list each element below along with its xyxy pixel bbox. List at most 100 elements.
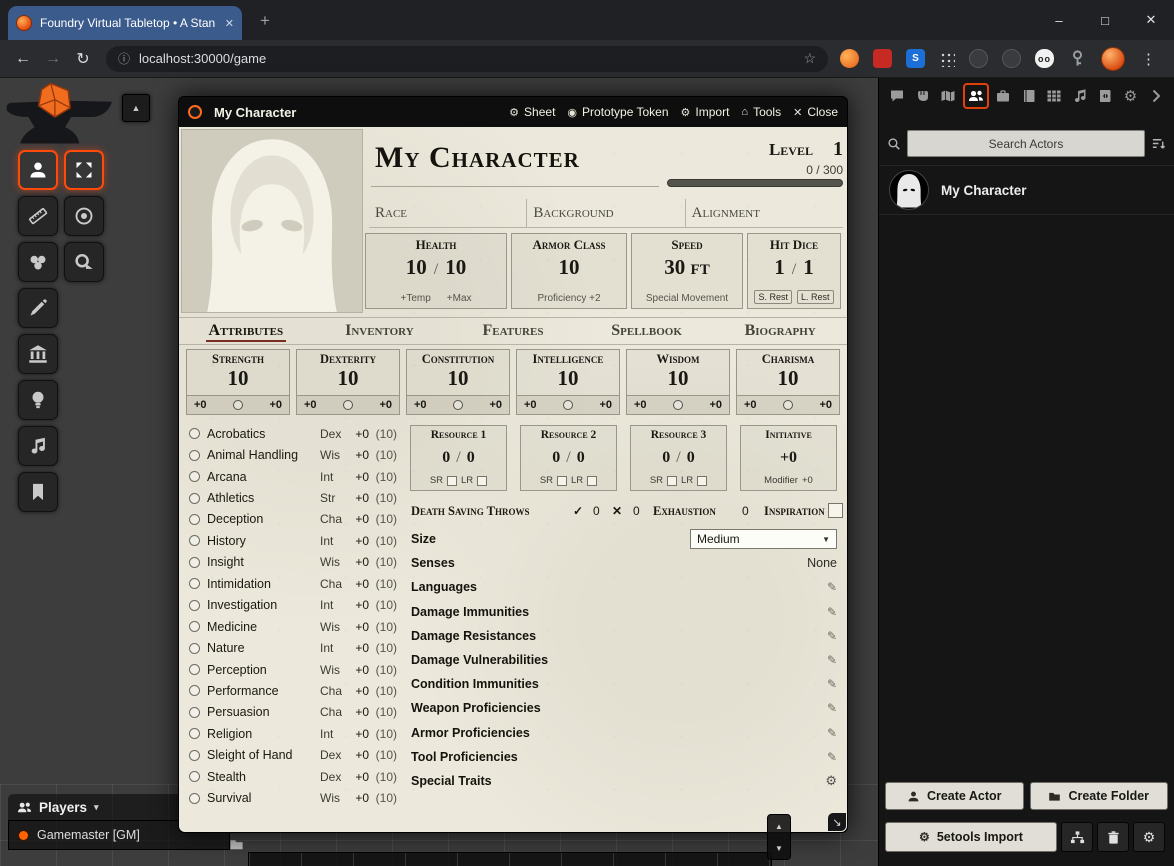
tab-features[interactable]: Features [446, 318, 580, 344]
ability-block[interactable]: Strength 10 +0 +0 [186, 349, 290, 415]
skill-proficiency-toggle[interactable] [189, 685, 200, 696]
death-success-icon[interactable]: ✓ [573, 504, 583, 518]
inspiration-checkbox[interactable] [828, 503, 843, 518]
skill-proficiency-toggle[interactable] [189, 728, 200, 739]
edit-icon[interactable]: ✎ [827, 726, 837, 740]
tool-drawing-button[interactable] [18, 288, 58, 328]
extension-ublock-icon[interactable] [873, 49, 892, 68]
actor-list-item[interactable]: My Character [879, 165, 1174, 215]
initiative-value[interactable]: +0 [780, 449, 797, 467]
proficiency-pip[interactable] [783, 400, 793, 410]
tools-button[interactable]: ⌂ Tools [741, 105, 781, 119]
foundry-anvil-logo[interactable] [4, 80, 116, 152]
extension-dark-icon[interactable] [969, 49, 988, 68]
ability-check-mod[interactable]: +0 [269, 399, 282, 411]
speed-box[interactable]: Speed 30 ft Special Movement [631, 233, 743, 309]
ability-score[interactable]: 10 [297, 367, 399, 389]
tool-select-button[interactable] [64, 150, 104, 190]
skill-proficiency-toggle[interactable] [189, 771, 200, 782]
edit-icon[interactable]: ✎ [827, 580, 837, 594]
edit-icon[interactable]: ✎ [827, 677, 837, 691]
ability-block[interactable]: Constitution 10 +0 +0 [406, 349, 510, 415]
url-bar[interactable]: ⓘ localhost:30000/game ☆ [106, 46, 828, 72]
tool-token-button[interactable] [18, 150, 58, 190]
browser-profile-avatar[interactable] [1101, 47, 1125, 71]
tab-settings[interactable]: ⚙ [1120, 85, 1142, 107]
ability-check-mod[interactable]: +0 [819, 399, 832, 411]
ability-score[interactable]: 10 [627, 367, 729, 389]
trait-row-senses[interactable]: Senses None [411, 551, 837, 575]
tab-spellbook[interactable]: Spellbook [580, 318, 714, 344]
extension-grid-icon[interactable] [939, 51, 955, 67]
skill-proficiency-toggle[interactable] [189, 750, 200, 761]
skill-row[interactable]: History Int +0 (10) [189, 530, 397, 551]
character-portrait[interactable] [181, 129, 363, 313]
skill-row[interactable]: Intimidation Cha +0 (10) [189, 573, 397, 594]
controls-collapse-button[interactable]: ▲ [122, 94, 150, 122]
extension-s-icon[interactable]: S [906, 49, 925, 68]
ability-save-mod[interactable]: +0 [524, 399, 537, 411]
5etools-import-button[interactable]: ⚙ 5etools Import [885, 822, 1057, 852]
resource-box[interactable]: Resource 3 0/0 SR LR [630, 425, 727, 491]
search-actors-input[interactable] [907, 130, 1145, 157]
import-button[interactable]: ⚙ Import [681, 105, 730, 119]
alignment-field[interactable]: Alignment [685, 199, 843, 227]
tab-playlists[interactable] [1069, 85, 1091, 107]
armor-class-box[interactable]: Armor Class 10 Proficiency +2 [511, 233, 627, 309]
skill-proficiency-toggle[interactable] [189, 535, 200, 546]
create-actor-button[interactable]: Create Actor [885, 782, 1024, 810]
health-box[interactable]: Health 10/10 +Temp+Max [365, 233, 507, 309]
proficiency-pip[interactable] [563, 400, 573, 410]
hd-max[interactable]: 1 [803, 255, 814, 279]
short-rest-checkbox[interactable] [447, 476, 457, 486]
proficiency-pip[interactable] [673, 400, 683, 410]
skill-row[interactable]: Religion Int +0 (10) [189, 723, 397, 744]
edit-icon[interactable]: ✎ [827, 701, 837, 715]
bookmark-star-icon[interactable]: ☆ [803, 50, 816, 67]
resource-box[interactable]: Resource 1 0/0 SR LR [410, 425, 507, 491]
ability-block[interactable]: Charisma 10 +0 +0 [736, 349, 840, 415]
tool-tape-measure-button[interactable] [64, 242, 104, 282]
ability-save-mod[interactable]: +0 [744, 399, 757, 411]
tab-biography[interactable]: Biography [713, 318, 847, 344]
tab-attributes[interactable]: Attributes [179, 318, 313, 344]
speed-value[interactable]: 30 ft [664, 255, 709, 279]
configure-settings-button[interactable]: ⚙ [1133, 822, 1165, 852]
ability-block[interactable]: Intelligence 10 +0 +0 [516, 349, 620, 415]
sort-icon[interactable] [1151, 136, 1166, 151]
size-select[interactable]: Medium ▼ [690, 529, 837, 549]
death-success-count[interactable]: 0 [593, 504, 600, 518]
death-fail-count[interactable]: 0 [633, 504, 640, 518]
skill-row[interactable]: Survival Wis +0 (10) [189, 787, 397, 808]
tab-actors[interactable] [963, 83, 989, 109]
hp-max[interactable]: 10 [445, 255, 466, 279]
initiative-box[interactable]: Initiative +0 Modifier+0 [740, 425, 837, 491]
resource-box[interactable]: Resource 2 0/0 SR LR [520, 425, 617, 491]
level-value[interactable]: 1 [833, 138, 843, 160]
edit-icon[interactable]: ✎ [827, 653, 837, 667]
ac-value[interactable]: 10 [559, 255, 580, 279]
skill-proficiency-toggle[interactable] [189, 600, 200, 611]
tool-sounds-button[interactable] [18, 426, 58, 466]
ability-save-mod[interactable]: +0 [304, 399, 317, 411]
ability-check-mod[interactable]: +0 [599, 399, 612, 411]
skill-row[interactable]: Animal Handling Wis +0 (10) [189, 444, 397, 465]
skill-proficiency-toggle[interactable] [189, 450, 200, 461]
exhaustion-value[interactable]: 0 [742, 504, 749, 518]
ability-save-mod[interactable]: +0 [634, 399, 647, 411]
browser-tab[interactable]: Foundry Virtual Tabletop • A Stan ✕ [8, 6, 242, 40]
short-rest-checkbox[interactable] [557, 476, 567, 486]
background-field[interactable]: Background [526, 199, 684, 227]
extension-orange-icon[interactable] [840, 49, 859, 68]
proficiency-pip[interactable] [233, 400, 243, 410]
skill-proficiency-toggle[interactable] [189, 621, 200, 632]
skill-row[interactable]: Acrobatics Dex +0 (10) [189, 423, 397, 444]
hotbar-page-control[interactable]: ▲ ▼ [767, 814, 791, 860]
tab-chat[interactable] [886, 85, 908, 107]
site-info-icon[interactable]: ⓘ [118, 50, 130, 67]
config-gear-icon[interactable]: ⚙ [825, 773, 837, 789]
xp-value[interactable]: 0 / 300 [649, 163, 843, 177]
hotbar-page-up-icon[interactable]: ▲ [775, 822, 783, 831]
delete-button[interactable] [1097, 822, 1129, 852]
reload-icon[interactable]: ↻ [68, 49, 98, 69]
